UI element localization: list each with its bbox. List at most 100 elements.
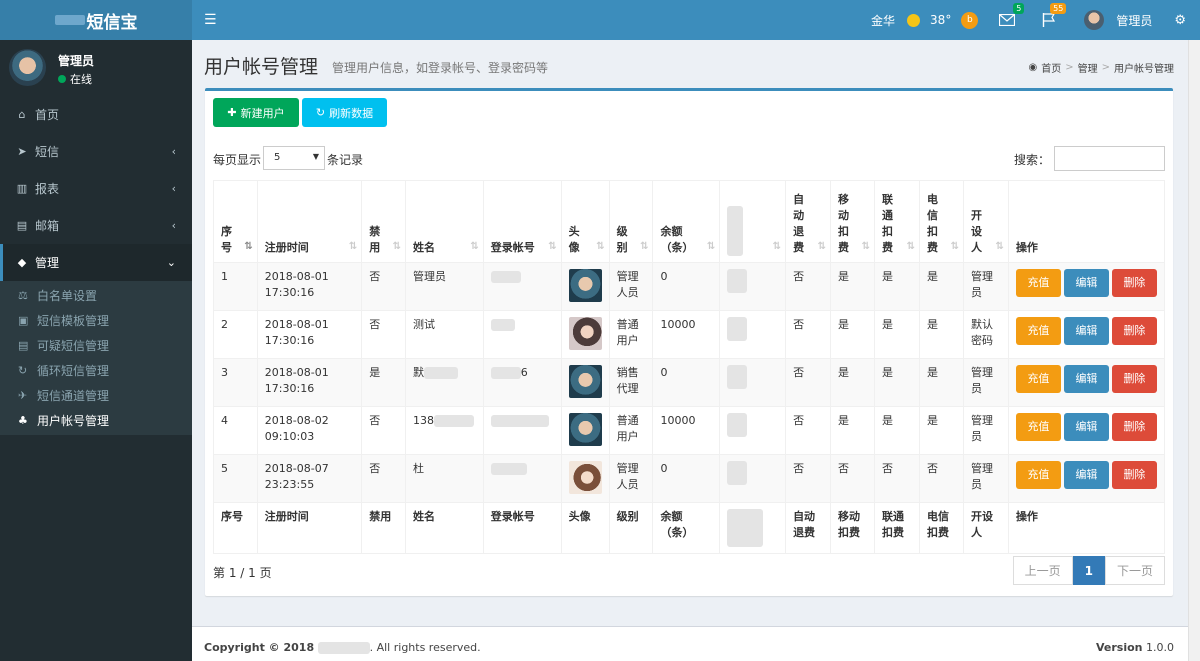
sidebar-item-mailbox[interactable]: ▤ 邮箱 ‹ (0, 207, 192, 244)
prev-page-button[interactable]: 上一页 (1012, 556, 1073, 585)
settings-gear-icon[interactable]: ⚙ (1174, 13, 1186, 28)
cell-mobile: 是 (830, 406, 876, 455)
search-input[interactable] (1054, 146, 1165, 171)
sidebar-toggle-icon[interactable]: ☰ (204, 12, 217, 28)
sidebar: 管理员 在线 ⌂ 首页 ➤ 短信 ‹ ▥ 报表 ‹ ▤ 邮箱 ‹ ◆ 管理 ⌄ ⚖ 白名单设置 ▣ 短… (0, 40, 192, 661)
copyright-prefix: Copyright © 2018 (204, 641, 315, 654)
page-info: 第 1 / 1 页 (213, 566, 272, 580)
cell-hidden (719, 406, 787, 455)
next-page-button[interactable]: 下一页 (1104, 556, 1165, 585)
col-header-mobile[interactable]: 移动扣费 ⇅ (830, 180, 876, 263)
sidebar-item-manage[interactable]: ◆ 管理 ⌄ (0, 244, 192, 281)
col-header-no[interactable]: 序号 ⇅ (213, 180, 258, 263)
edit-button[interactable]: 编辑 (1063, 413, 1109, 441)
cell-unicom: 是 (874, 310, 920, 359)
redacted-text (727, 269, 748, 293)
sort-asc-icon: ⇅ (244, 241, 253, 252)
col-header-name[interactable]: 姓名 ⇅ (405, 180, 484, 263)
cell-hidden (719, 454, 787, 503)
col-header-unicom[interactable]: 联通扣费 ⇅ (874, 180, 920, 263)
user-avatar-small[interactable] (1084, 10, 1105, 30)
col-header-level[interactable]: 级别 ⇅ (608, 180, 654, 263)
refresh-data-button[interactable]: ↻ 刷新数据 (302, 98, 387, 127)
col-header-telecom[interactable]: 电信扣费 ⇅ (918, 180, 964, 263)
delete-button[interactable]: 删除 (1111, 461, 1157, 489)
sidebar-item-home[interactable]: ⌂ 首页 (0, 96, 192, 133)
notifications-menu[interactable]: 55 (1036, 3, 1067, 31)
cell-name: 默 (405, 358, 484, 407)
sidebar-item-templates[interactable]: ▣ 短信模板管理 (0, 308, 192, 333)
delete-button[interactable]: 删除 (1111, 365, 1157, 393)
cell-level: 普通用户 (608, 406, 654, 455)
charge-button[interactable]: 充值 (1015, 269, 1061, 297)
charge-button[interactable]: 充值 (1015, 461, 1061, 489)
new-user-button[interactable]: ✚ 新建用户 (213, 98, 299, 127)
edit-button[interactable]: 编辑 (1063, 317, 1109, 345)
cell-hidden (719, 262, 787, 311)
chevron-left-icon: ‹ (171, 182, 176, 195)
charge-button[interactable]: 充值 (1015, 365, 1061, 393)
delete-button[interactable]: 删除 (1111, 413, 1157, 441)
sort-icon: ⇅ (906, 241, 915, 252)
col-header-account[interactable]: 登录帐号 ⇅ (482, 180, 562, 263)
cell-mobile: 是 (830, 358, 876, 407)
edit-button[interactable]: 编辑 (1063, 269, 1109, 297)
foot-telecom: 电信扣费 (918, 502, 964, 554)
cell-actions: 充值 编辑 删除 (1007, 406, 1166, 455)
cell-account (482, 406, 562, 455)
redacted-text (317, 642, 370, 654)
sidebar-item-channels[interactable]: ✈ 短信通道管理 (0, 383, 192, 408)
col-header-auto-refund[interactable]: 自动退费 ⇅ (785, 180, 832, 263)
foot-level: 级别 (608, 502, 654, 554)
foot-no: 序号 (213, 502, 258, 554)
user-avatar-image (568, 365, 602, 398)
table-row: 2 2018-08-01 17:30:16 否 测试 普通用户 10000 否 … (213, 310, 1166, 359)
breadcrumb-home[interactable]: 首页 (1041, 60, 1061, 75)
sidebar-item-loop-sms[interactable]: ↻ 循环短信管理 (0, 358, 192, 383)
cell-mobile: 是 (830, 310, 876, 359)
sidebar-item-accounts[interactable]: ♣ 用户帐号管理 (0, 408, 192, 433)
user-menu-name[interactable]: 管理员 (1116, 12, 1152, 29)
col-header-creator[interactable]: 开设人 ⇅ (962, 180, 1009, 263)
cell-time: 2018-08-02 09:10:03 (256, 406, 363, 455)
cell-balance: 0 (652, 454, 721, 503)
col-header-time[interactable]: 注册时间 ⇅ (256, 180, 363, 263)
breadcrumb-manage[interactable]: 管理 (1078, 60, 1098, 75)
logo[interactable]: 短信宝 (0, 0, 192, 40)
redacted-text (727, 413, 748, 437)
footer: Copyright © 2018 . All rights reserved. … (192, 626, 1188, 661)
sidebar-item-report[interactable]: ▥ 报表 ‹ (0, 170, 192, 207)
breadcrumb-separator: > (1101, 62, 1110, 73)
cell-name: 测试 (405, 310, 484, 359)
page-size-value: 5 (274, 152, 281, 163)
messages-menu[interactable]: 5 (994, 3, 1025, 31)
col-header-hidden[interactable]: ⇅ (719, 180, 787, 263)
col-header-disabled[interactable]: 禁用 ⇅ (361, 180, 407, 263)
page-scrollbar[interactable] (1188, 40, 1200, 661)
page-1-button[interactable]: 1 (1072, 556, 1105, 585)
cell-time: 2018-08-01 17:30:16 (256, 262, 363, 311)
col-header-avatar[interactable]: 头像 ⇅ (560, 180, 610, 263)
col-header-balance[interactable]: 余额（条） ⇅ (652, 180, 721, 263)
redacted-text (490, 271, 521, 283)
template-icon: ▣ (18, 314, 29, 327)
cell-name-text: 138 (413, 414, 435, 427)
edit-button[interactable]: 编辑 (1063, 365, 1109, 393)
foot-balance: 余额（条） (652, 502, 721, 554)
charge-button[interactable]: 充值 (1015, 413, 1061, 441)
sidebar-item-whitelist[interactable]: ⚖ 白名单设置 (0, 283, 192, 308)
cell-creator: 管理员 (962, 454, 1009, 503)
charge-button[interactable]: 充值 (1015, 317, 1061, 345)
cell-balance: 10000 (652, 406, 721, 455)
redacted-text (490, 463, 527, 475)
sidebar-item-sms[interactable]: ➤ 短信 ‹ (0, 133, 192, 170)
delete-button[interactable]: 删除 (1111, 269, 1157, 297)
page-size-select[interactable]: 5 ▼ (263, 146, 325, 170)
sort-icon: ⇅ (861, 241, 871, 252)
version-label: Version (1095, 641, 1143, 654)
sidebar-item-suspicious[interactable]: ▤ 可疑短信管理 (0, 333, 192, 358)
balance-icon: ⚖ (18, 289, 28, 302)
delete-button[interactable]: 删除 (1111, 317, 1157, 345)
logo-text: 短信宝 (86, 12, 138, 33)
edit-button[interactable]: 编辑 (1063, 461, 1109, 489)
